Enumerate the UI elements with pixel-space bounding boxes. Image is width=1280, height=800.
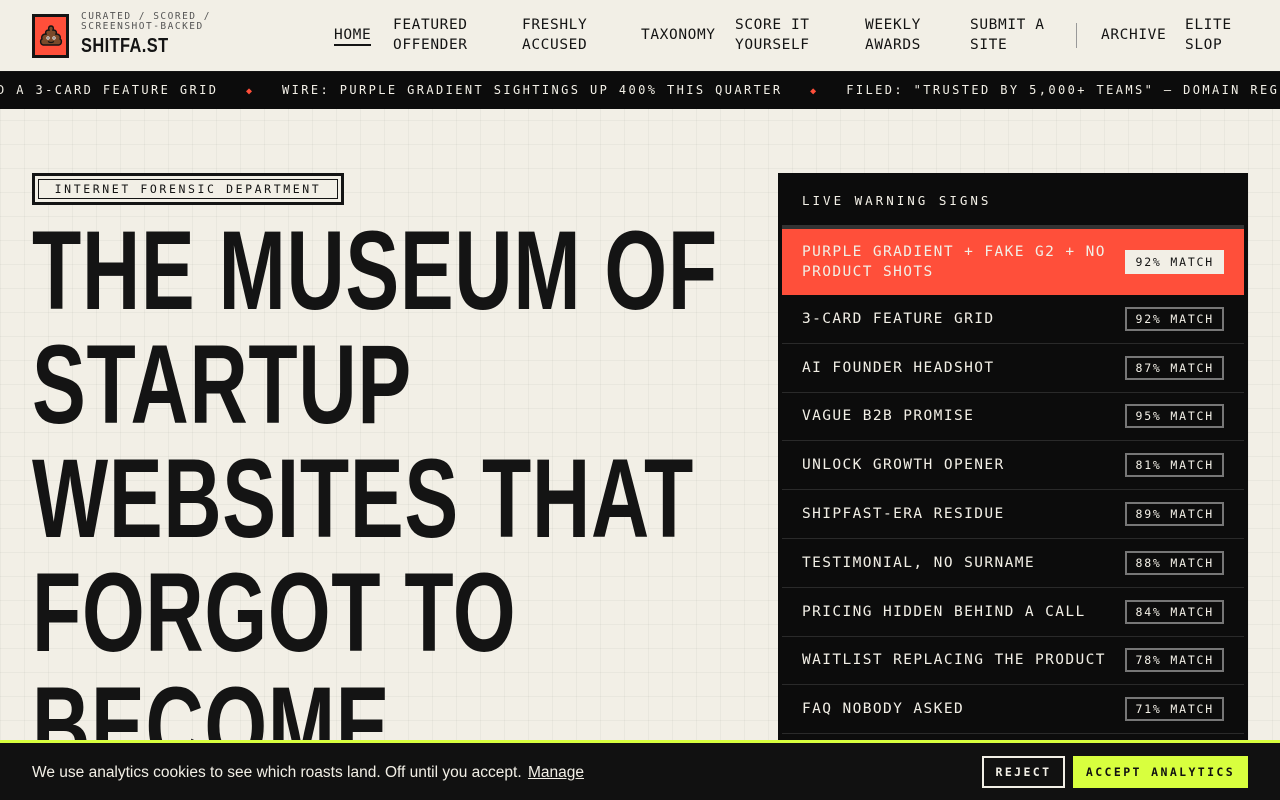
match-badge: 87% MATCH <box>1125 355 1224 380</box>
warning-row[interactable]: 3-CARD FEATURE GRID 92% MATCH <box>782 295 1244 344</box>
match-badge: 95% MATCH <box>1125 404 1224 429</box>
cookie-message: We use analytics cookies to see which ro… <box>32 764 584 782</box>
nav-taxonomy[interactable]: TAXONOMY <box>641 25 716 45</box>
cookie-manage-link[interactable]: Manage <box>528 764 584 781</box>
nav-featured-offender[interactable]: FEATURED OFFENDER <box>393 15 503 55</box>
poop-icon <box>39 25 62 46</box>
ticker-item: WIRE: PURPLE GRADIENT SIGHTINGS UP 400% … <box>282 83 783 97</box>
panel-title: LIVE WARNING SIGNS <box>802 193 992 208</box>
match-badge: 92% MATCH <box>1125 306 1224 331</box>
warning-row-highlighted[interactable]: PURPLE GRADIENT + FAKE G2 + NO PRODUCT S… <box>782 229 1244 295</box>
warning-row[interactable]: FAQ NOBODY ASKED 71% MATCH <box>782 685 1244 735</box>
cookie-banner: We use analytics cookies to see which ro… <box>0 740 1280 800</box>
warning-row[interactable]: UNLOCK GROWTH OPENER 81% MATCH <box>782 441 1244 491</box>
headline-line: WEBSITES THAT <box>32 436 694 561</box>
warning-list: PURPLE GRADIENT + FAKE G2 + NO PRODUCT S… <box>782 229 1244 735</box>
match-badge: 84% MATCH <box>1125 599 1224 624</box>
warning-label: PRICING HIDDEN BEHIND A CALL <box>802 603 1086 620</box>
match-badge: 71% MATCH <box>1125 697 1224 722</box>
warning-label: PURPLE GRADIENT + FAKE G2 + NO PRODUCT S… <box>802 244 1106 280</box>
match-badge: 78% MATCH <box>1125 648 1224 673</box>
warning-label: SHIPFAST-ERA RESIDUE <box>802 506 1005 523</box>
warning-row[interactable]: WAITLIST REPLACING THE PRODUCT 78% MATCH <box>782 637 1244 686</box>
logo[interactable] <box>32 14 69 58</box>
warning-row[interactable]: VAGUE B2B PROMISE 95% MATCH <box>782 393 1244 442</box>
warning-label: UNLOCK GROWTH OPENER <box>802 457 1005 474</box>
nav-weekly-awards[interactable]: WEEKLY AWARDS <box>865 15 945 55</box>
headline-line: FORGOT TO <box>32 550 517 675</box>
nav-score-it-yourself[interactable]: SCORE IT YOURSELF <box>735 15 845 55</box>
match-badge: 92% MATCH <box>1125 250 1224 274</box>
nav-freshly-accused[interactable]: FRESHLY ACCUSED <box>522 15 622 55</box>
warning-label: FAQ NOBODY ASKED <box>802 701 965 718</box>
warning-row[interactable]: AI FOUNDER HEADSHOT 87% MATCH <box>782 344 1244 393</box>
nav-archive[interactable]: ARCHIVE <box>1101 25 1166 45</box>
warning-label: WAITLIST REPLACING THE PRODUCT <box>802 652 1106 669</box>
accept-analytics-button[interactable]: ACCEPT ANALYTICS <box>1073 756 1248 788</box>
news-ticker: D A 3-CARD FEATURE GRID ◆ WIRE: PURPLE G… <box>0 72 1280 109</box>
ticker-item: FILED: "TRUSTED BY 5,000+ TEAMS" — DOMAI… <box>846 83 1280 97</box>
ticker-item: D A 3-CARD FEATURE GRID <box>0 83 219 97</box>
ticker-separator: ◆ <box>810 86 819 97</box>
warning-label: AI FOUNDER HEADSHOT <box>802 359 995 376</box>
warning-row[interactable]: SHIPFAST-ERA RESIDUE 89% MATCH <box>782 490 1244 539</box>
warning-row[interactable]: PRICING HIDDEN BEHIND A CALL 84% MATCH <box>782 588 1244 637</box>
ticker-track: D A 3-CARD FEATURE GRID ◆ WIRE: PURPLE G… <box>0 72 1280 109</box>
site-header: CURATED / SCORED / SCREENSHOT-BACKED SHI… <box>0 0 1280 72</box>
cookie-text: We use analytics cookies to see which ro… <box>32 764 522 781</box>
nav-submit-a-site[interactable]: SUBMIT A SITE <box>970 15 1060 55</box>
hero-headline: THE MUSEUM OF STARTUP WEBSITES THAT FORG… <box>32 214 752 784</box>
nav-elite-slop[interactable]: ELITE SLOP <box>1185 15 1255 55</box>
warning-label: TESTIMONIAL, NO SURNAME <box>802 554 1035 571</box>
match-badge: 81% MATCH <box>1125 453 1224 478</box>
match-badge: 88% MATCH <box>1125 550 1224 575</box>
warning-label: 3-CARD FEATURE GRID <box>802 310 995 327</box>
reject-cookies-button[interactable]: REJECT <box>982 756 1065 788</box>
warning-signs-panel: LIVE WARNING SIGNS PURPLE GRADIENT + FAK… <box>778 173 1248 753</box>
hero-badge: INTERNET FORENSIC DEPARTMENT <box>32 173 344 205</box>
nav-home[interactable]: HOME <box>334 25 372 46</box>
match-badge: 89% MATCH <box>1125 502 1224 527</box>
ticker-separator: ◆ <box>246 86 255 97</box>
warning-label: VAGUE B2B PROMISE <box>802 408 975 425</box>
brand-tagline: CURATED / SCORED / SCREENSHOT-BACKED <box>81 11 211 32</box>
warning-row[interactable]: TESTIMONIAL, NO SURNAME 88% MATCH <box>782 539 1244 588</box>
nav-divider <box>1076 23 1077 48</box>
headline-line: STARTUP <box>32 322 412 447</box>
brand-name[interactable]: SHITFA.ST <box>81 35 169 58</box>
headline-line: THE MUSEUM OF <box>32 208 718 333</box>
